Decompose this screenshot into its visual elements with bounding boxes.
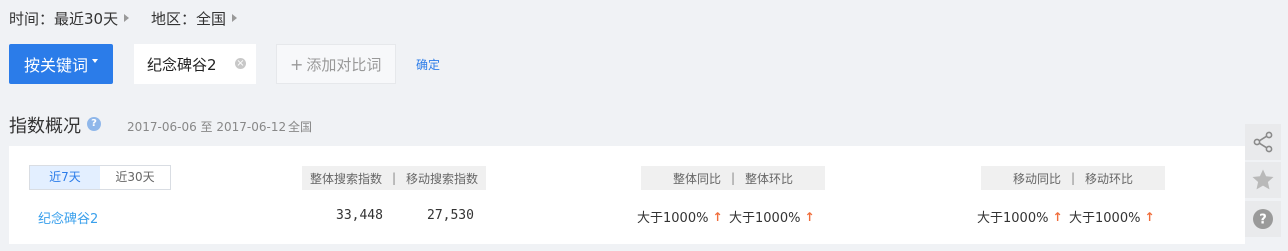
keyword-mode-label: 按关键词	[23, 56, 88, 75]
overall-index-value: 33,448	[336, 208, 383, 223]
svg-text:?: ?	[1259, 213, 1267, 228]
plus-icon: +	[290, 54, 304, 74]
overall-ratio-header: 整体同比 | 整体环比	[641, 166, 825, 190]
up-arrow-icon: ↑	[1052, 209, 1063, 224]
header-separator: |	[391, 171, 397, 185]
overall-yoy-header: 整体同比	[672, 171, 721, 186]
mobile-index-value: 27,530	[427, 208, 474, 223]
mobile-yoy: 大于1000% ↑	[977, 207, 1063, 227]
overall-mom-value: 大于1000%	[729, 211, 801, 226]
mobile-ratio-header: 移动同比 | 移动环比	[981, 166, 1165, 190]
overall-mom-header: 整体环比	[745, 171, 794, 186]
remove-icon[interactable]: ×	[235, 58, 246, 69]
region-filter-label: 地区：全国	[151, 9, 227, 28]
keyword-mode-button[interactable]: 按关键词	[9, 44, 113, 84]
tab-7-days[interactable]: 近7天	[30, 166, 100, 189]
mobile-yoy-header: 移动同比	[1012, 171, 1061, 186]
mobile-index-header: 移动搜索指数	[406, 171, 479, 186]
overall-index-header: 整体搜索指数	[309, 171, 382, 186]
share-icon	[1253, 131, 1273, 153]
mobile-yoy-value: 大于1000%	[977, 211, 1049, 226]
mobile-mom-value: 大于1000%	[1069, 211, 1141, 226]
add-compare-label: 添加对比词	[306, 55, 382, 74]
keyword-tag[interactable]: 纪念碑谷2 ×	[134, 44, 256, 84]
overall-mom: 大于1000% ↑	[729, 207, 815, 227]
add-compare-button[interactable]: + 添加对比词	[276, 44, 396, 84]
keyword-tag-label: 纪念碑谷2	[147, 55, 217, 74]
caret-right-icon	[124, 14, 130, 22]
up-arrow-icon: ↑	[712, 209, 723, 224]
help-button[interactable]: ?	[1245, 201, 1281, 237]
section-title: 指数概况	[9, 116, 81, 137]
share-button[interactable]	[1245, 124, 1281, 160]
mobile-mom: 大于1000% ↑	[1069, 207, 1155, 227]
time-filter-label: 时间：最近30天	[9, 9, 119, 28]
up-arrow-icon: ↑	[1144, 209, 1155, 224]
favorite-button[interactable]	[1245, 162, 1281, 198]
help-icon[interactable]: ?	[87, 117, 101, 131]
region-filter[interactable]: 地区：全国	[151, 8, 238, 28]
up-arrow-icon: ↑	[804, 209, 815, 224]
overview-card	[9, 146, 1245, 244]
period-toggle: 近7天 近30天	[29, 165, 171, 190]
overall-yoy: 大于1000% ↑	[637, 207, 723, 227]
overall-yoy-value: 大于1000%	[637, 211, 709, 226]
region-label: 全国	[288, 120, 313, 134]
mobile-mom-header: 移动环比	[1085, 171, 1134, 186]
header-separator: |	[730, 171, 736, 185]
question-icon: ?	[1253, 209, 1273, 229]
header-separator: |	[1070, 171, 1076, 185]
time-filter[interactable]: 时间：最近30天	[9, 8, 130, 28]
caret-right-icon	[232, 14, 238, 22]
star-icon	[1252, 169, 1274, 190]
index-header: 整体搜索指数 | 移动搜索指数	[302, 166, 486, 190]
date-range: 2017-06-06 至 2017-06-12	[127, 120, 287, 134]
keyword-link[interactable]: 纪念碑谷2	[38, 208, 98, 227]
tab-30-days[interactable]: 近30天	[100, 166, 170, 189]
confirm-link[interactable]: 确定	[416, 56, 440, 73]
caret-down-icon	[92, 59, 98, 63]
